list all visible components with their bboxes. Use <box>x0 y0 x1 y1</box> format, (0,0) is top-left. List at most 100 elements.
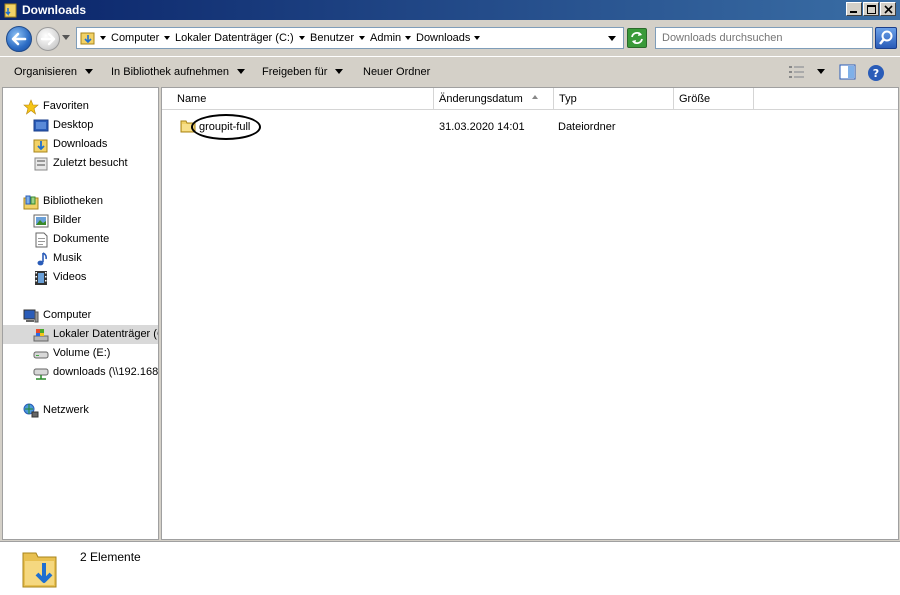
help-icon[interactable]: ? <box>867 64 885 82</box>
search-icon <box>879 30 893 45</box>
crumb-admin[interactable]: Admin <box>370 32 401 44</box>
sidebar-item-network[interactable]: Netzwerk <box>3 401 158 420</box>
videos-icon <box>35 271 47 285</box>
chevron-down-icon[interactable] <box>164 36 170 41</box>
minimize-icon <box>850 11 857 13</box>
chevron-down-icon[interactable] <box>299 36 305 41</box>
libraries-icon <box>23 195 39 210</box>
chevron-down-icon[interactable] <box>474 36 480 41</box>
column-modified-label: Änderungsdatum <box>439 93 523 105</box>
maximize-icon <box>867 5 876 14</box>
chevron-down-icon <box>84 69 93 74</box>
sidebar-item-pictures[interactable]: Bilder <box>3 211 158 230</box>
refresh-icon <box>631 32 643 44</box>
address-bar: Computer Lokaler Datenträger (C:) Benutz… <box>0 20 900 56</box>
sidebar-label: Favoriten <box>43 100 89 112</box>
svg-text:?: ? <box>873 67 879 80</box>
file-list: Name Änderungsdatum Typ Größe groupit-fu… <box>161 87 899 540</box>
close-icon <box>884 5 893 14</box>
sidebar-item-recent[interactable]: Zuletzt besucht <box>3 154 158 173</box>
preview-pane-icon[interactable] <box>839 64 857 80</box>
back-button[interactable] <box>6 26 32 52</box>
organize-label: Organisieren <box>14 66 77 78</box>
recent-pages-dropdown[interactable] <box>62 35 71 41</box>
sidebar-label: Videos <box>53 271 87 283</box>
search-input[interactable] <box>655 27 873 49</box>
sidebar-label: Volume (E:) <box>53 347 111 359</box>
maximize-button[interactable] <box>863 2 879 16</box>
sidebar-label: Netzwerk <box>43 404 89 416</box>
view-options-icon[interactable] <box>788 64 806 80</box>
file-type: Dateiordner <box>558 121 616 133</box>
breadcrumb[interactable]: Computer Lokaler Datenträger (C:) Benutz… <box>76 27 624 49</box>
sidebar-item-downloads[interactable]: Downloads <box>3 135 158 154</box>
chevron-down-icon <box>335 69 344 74</box>
item-count: 2 Elemente <box>80 550 141 564</box>
music-icon <box>37 252 47 266</box>
chevron-down-icon <box>237 69 246 74</box>
pictures-icon <box>33 214 49 228</box>
column-modified[interactable]: Änderungsdatum <box>434 88 554 110</box>
file-name[interactable]: groupit-full <box>199 121 250 133</box>
refresh-button[interactable] <box>627 28 647 48</box>
chevron-down-icon[interactable] <box>359 36 365 41</box>
include-in-library-button[interactable]: In Bibliothek aufnehmen <box>111 66 246 78</box>
chevron-down-icon[interactable] <box>817 69 825 74</box>
sidebar-label: Bibliotheken <box>43 195 103 207</box>
chevron-down-icon[interactable] <box>405 36 411 41</box>
crumb-downloads[interactable]: Downloads <box>416 32 470 44</box>
command-bar: Organisieren In Bibliothek aufnehmen Fre… <box>0 56 900 86</box>
recent-places-icon <box>34 157 48 171</box>
folder-icon <box>80 32 95 45</box>
sidebar-label: Dokumente <box>53 233 110 245</box>
close-button[interactable] <box>880 2 896 16</box>
minimize-button[interactable] <box>846 2 862 16</box>
sidebar-item-volume-e[interactable]: Volume (E:) <box>3 344 158 363</box>
sidebar-label: Zuletzt besucht <box>53 157 128 169</box>
computer-icon <box>23 309 39 323</box>
sidebar-item-videos[interactable]: Videos <box>3 268 158 287</box>
arrow-right-icon <box>40 32 56 46</box>
column-type[interactable]: Typ <box>554 88 674 110</box>
system-drive-icon <box>33 329 49 342</box>
crumb-drive-c[interactable]: Lokaler Datenträger (C:) <box>175 32 294 44</box>
network-drive-icon <box>33 368 49 380</box>
sort-ascending-icon <box>531 95 538 99</box>
downloads-folder-icon <box>33 139 48 153</box>
title-bar: Downloads <box>0 0 900 20</box>
forward-button[interactable] <box>36 27 60 51</box>
network-icon <box>23 403 39 418</box>
library-label: In Bibliothek aufnehmen <box>111 66 230 78</box>
column-size[interactable]: Größe <box>674 88 754 110</box>
navigation-pane: Favoriten Desktop Downloads Zuletzt besu… <box>2 87 159 540</box>
table-row[interactable]: groupit-full 31.03.2020 14:01 Dateiordne… <box>162 114 898 140</box>
crumb-computer[interactable]: Computer <box>111 32 159 44</box>
arrow-left-icon <box>11 32 27 46</box>
sidebar-item-desktop[interactable]: Desktop <box>3 116 158 135</box>
address-history-dropdown[interactable] <box>608 36 617 42</box>
share-label: Freigeben für <box>262 66 328 78</box>
crumb-benutzer[interactable]: Benutzer <box>310 32 354 44</box>
chevron-down-icon[interactable] <box>100 36 106 41</box>
sidebar-item-network-drive[interactable]: downloads (\\192.168 <box>3 363 158 382</box>
search-button[interactable] <box>875 27 897 49</box>
drive-icon <box>33 351 49 359</box>
sidebar-label: Lokaler Datenträger (C:) <box>53 328 158 340</box>
sidebar-item-favorites[interactable]: Favoriten <box>3 97 158 116</box>
sidebar-label: Downloads <box>53 138 108 150</box>
star-icon <box>23 99 39 115</box>
column-name[interactable]: Name <box>162 88 434 110</box>
sidebar-label: Desktop <box>53 119 94 131</box>
new-folder-button[interactable]: Neuer Ordner <box>363 66 430 78</box>
sidebar-item-documents[interactable]: Dokumente <box>3 230 158 249</box>
sidebar-item-music[interactable]: Musik <box>3 249 158 268</box>
sidebar-item-libraries[interactable]: Bibliotheken <box>3 192 158 211</box>
window-title: Downloads <box>22 3 87 17</box>
sidebar-item-drive-c[interactable]: Lokaler Datenträger (C:) <box>3 325 158 344</box>
organize-button[interactable]: Organisieren <box>14 66 93 78</box>
sidebar-item-computer[interactable]: Computer <box>3 306 158 325</box>
details-pane: 2 Elemente <box>0 541 900 595</box>
downloads-folder-icon <box>22 552 57 588</box>
share-with-button[interactable]: Freigeben für <box>262 66 344 78</box>
sidebar-label: Computer <box>43 309 92 321</box>
